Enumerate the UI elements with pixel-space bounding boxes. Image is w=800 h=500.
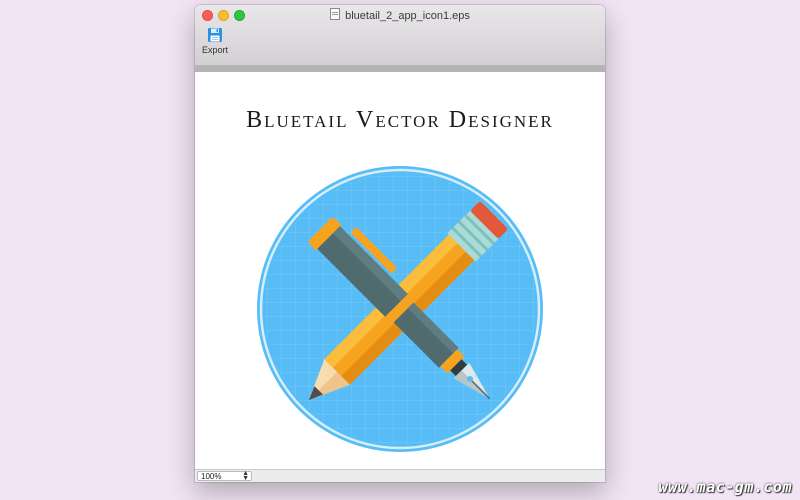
- status-bar: 100% ▲ ▼: [195, 469, 605, 482]
- document-heading: Bluetail Vector Designer: [246, 107, 554, 133]
- document-canvas[interactable]: Bluetail Vector Designer: [195, 72, 605, 470]
- document-icon: [330, 8, 341, 20]
- zoom-select[interactable]: 100% ▲ ▼: [197, 470, 252, 482]
- export-label: Export: [201, 45, 228, 55]
- floppy-disk-icon: [208, 28, 222, 42]
- export-button[interactable]: Export: [200, 27, 230, 56]
- title-bar[interactable]: bluetail_2_app_icon1.eps Export: [195, 5, 605, 66]
- pen-and-pencil-app-icon: [254, 163, 546, 455]
- zoom-value: 100%: [201, 472, 222, 481]
- preview-window: bluetail_2_app_icon1.eps Export Bluetail…: [195, 5, 605, 482]
- window-title: bluetail_2_app_icon1.eps: [345, 10, 470, 22]
- desktop: bluetail_2_app_icon1.eps Export Bluetail…: [0, 0, 800, 500]
- watermark: www.mac-gm.com: [658, 478, 792, 496]
- stepper-arrows-icon: ▲ ▼: [242, 470, 249, 482]
- window-title-wrapper: bluetail_2_app_icon1.eps: [195, 8, 605, 23]
